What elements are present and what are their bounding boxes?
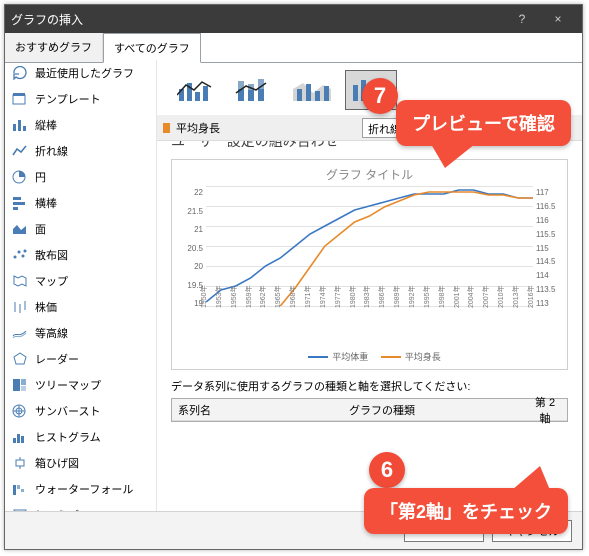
chart-subtype-icon [293,75,333,105]
category-surface[interactable]: 等高線 [5,320,156,346]
category-label: 株価 [35,299,57,315]
sunburst-icon [11,404,28,419]
annotation-step-7: 7 [362,78,398,114]
category-label: レーダー [35,351,79,367]
category-map[interactable]: マップ [5,268,156,294]
annotation-callout-preview: プレビューで確認 [396,100,571,146]
category-bar[interactable]: 横棒 [5,190,156,216]
col-series-name: 系列名 [172,399,343,421]
chart-legend: 平均体重 平均身長 [178,350,561,363]
category-waterfall[interactable]: ウォーターフォール [5,476,156,502]
column-icon [11,118,28,133]
chart-subtype-icon [177,75,217,105]
category-scatter[interactable]: 散布図 [5,242,156,268]
category-radar[interactable]: レーダー [5,346,156,372]
scatter-icon [11,248,28,263]
series-hint: データ系列に使用するグラフの種類と軸を選択してください: [171,378,568,394]
tab-all-charts[interactable]: すべてのグラフ [103,33,201,63]
area-icon [11,222,28,237]
insert-chart-dialog: グラフの挿入 ? × おすすめグラフ すべてのグラフ 最近使用したグラフテンプレ… [4,4,583,550]
histogram-icon [11,430,28,445]
tab-recommended[interactable]: おすすめグラフ [5,33,103,62]
chart-preview: グラフ タイトル 2221.52120.52019.519 1950年1953年… [171,159,568,370]
category-label: 散布図 [35,247,68,263]
treemap-icon [11,378,28,393]
category-label: 等高線 [35,325,68,341]
category-stock[interactable]: 株価 [5,294,156,320]
category-area[interactable]: 面 [5,216,156,242]
line-icon [11,144,28,159]
category-label: テンプレート [35,91,101,107]
subtype-stacked-column-line[interactable] [229,70,281,110]
category-label: 横棒 [35,195,57,211]
category-label: サンバースト [35,403,100,419]
boxwhisker-icon [11,456,28,471]
category-histogram[interactable]: ヒストグラム [5,424,156,450]
category-label: ツリーマップ [35,377,101,393]
annotation-step-6: 6 [369,452,405,488]
category-recent[interactable]: 最近使用したグラフ [5,60,156,86]
tab-row: おすすめグラフ すべてのグラフ [5,33,582,63]
category-funnel[interactable]: じょうご [5,502,156,511]
category-sunburst[interactable]: サンバースト [5,398,156,424]
close-button[interactable]: × [540,5,576,33]
series-grid: 系列名 グラフの種類 第 2 軸 平均体重折れ線平均身長折れ線 [171,398,568,422]
category-label: ヒストグラム [35,429,101,445]
titlebar: グラフの挿入 ? × [5,5,582,33]
category-column[interactable]: 縦棒 [5,112,156,138]
category-label: 箱ひげ図 [35,455,79,471]
category-pie[interactable]: 円 [5,164,156,190]
subtype-clustered-column-line[interactable] [171,70,223,110]
col-secondary-axis: 第 2 軸 [523,391,567,429]
pie-icon [11,170,28,185]
waterfall-icon [11,482,28,497]
category-label: 最近使用したグラフ [35,65,134,81]
category-label: マップ [35,273,68,289]
window-title: グラフの挿入 [11,11,504,28]
chart-subtype-icon [235,75,275,105]
category-list: 最近使用したグラフテンプレート縦棒折れ線円横棒面散布図マップ株価等高線レーダーツ… [5,60,157,511]
category-label: 縦棒 [35,117,57,133]
category-label: 面 [35,221,46,237]
annotation-callout-axis2: 「第2軸」をチェック [364,488,568,534]
recent-icon [11,66,28,81]
category-label: 折れ線 [35,143,68,159]
category-boxwhisker[interactable]: 箱ひげ図 [5,450,156,476]
subtype-stacked-area-column[interactable] [287,70,339,110]
stock-icon [11,300,28,315]
bar-icon [11,196,28,211]
map-icon [11,274,28,289]
help-button[interactable]: ? [504,5,540,33]
category-treemap[interactable]: ツリーマップ [5,372,156,398]
radar-icon [11,352,28,367]
templates-icon [11,92,28,107]
category-line[interactable]: 折れ線 [5,138,156,164]
category-label: ウォーターフォール [35,481,133,497]
category-label: 円 [35,169,46,185]
col-chart-type: グラフの種類 [343,399,523,421]
surface-icon [11,326,28,341]
chart-preview-title: グラフ タイトル [178,166,561,183]
category-templates[interactable]: テンプレート [5,86,156,112]
